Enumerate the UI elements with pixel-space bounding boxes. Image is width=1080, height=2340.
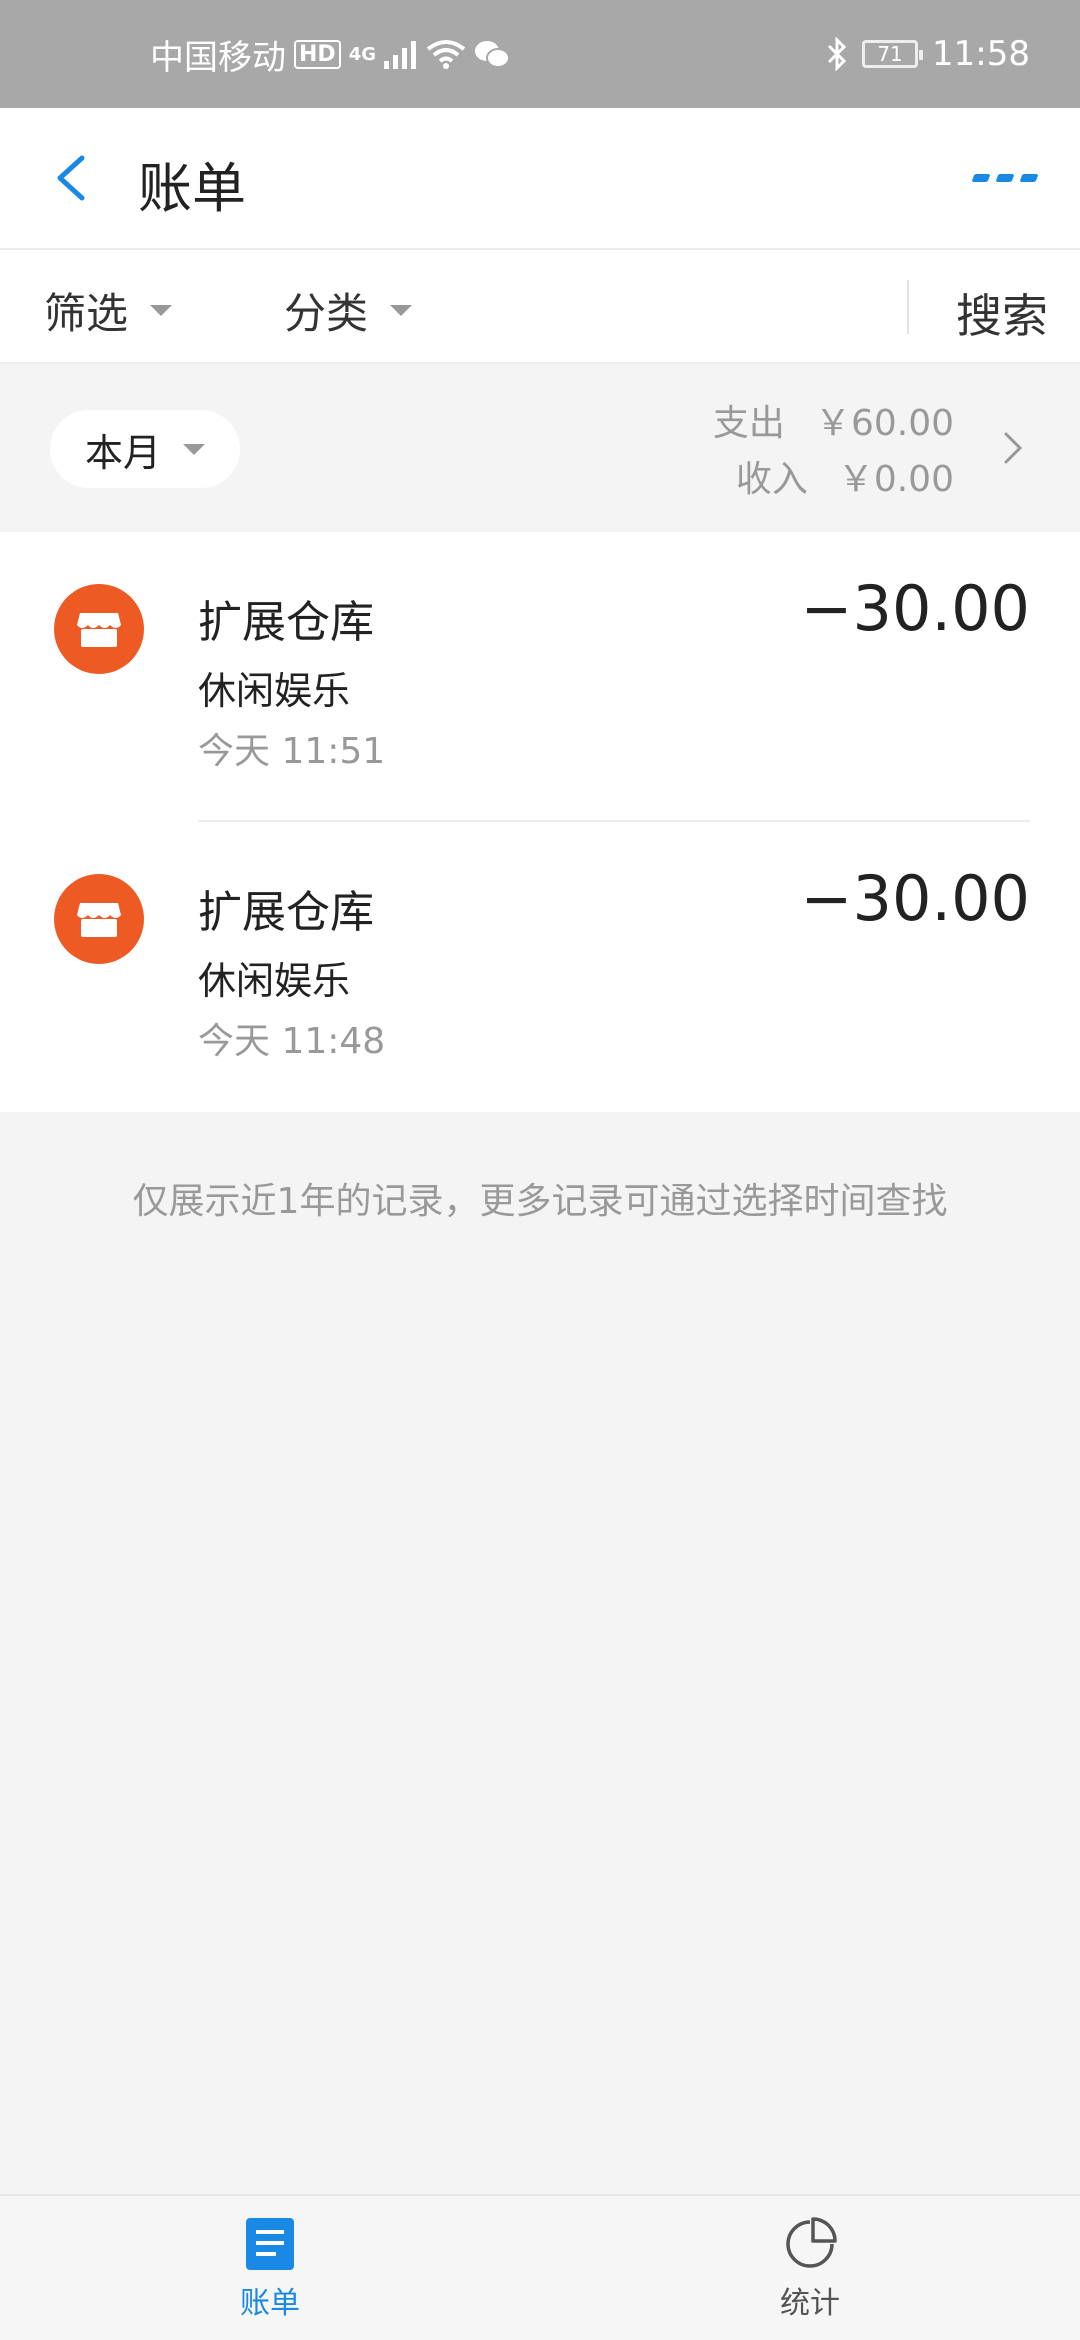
wechat-icon <box>475 41 510 68</box>
page-title: 账单 <box>138 157 246 220</box>
caret-down-icon <box>390 305 413 316</box>
filter-bar: 筛选 分类 搜索 <box>0 250 1080 364</box>
signal-icon <box>384 41 416 69</box>
expense-label: 支出 <box>712 403 785 444</box>
period-label: 本月 <box>84 430 161 475</box>
filter-divider <box>907 280 909 334</box>
carrier-name: 中国移动 <box>150 37 286 78</box>
tab-bills[interactable]: 账单 <box>0 2196 540 2340</box>
transaction-amount: −30.00 <box>800 572 1030 645</box>
transaction-title: 扩展仓库 <box>198 887 374 938</box>
store-icon <box>54 584 144 674</box>
period-selector[interactable]: 本月 <box>50 410 240 488</box>
transaction-row[interactable]: 扩展仓库 休闲娱乐 今天 11:51 −30.00 <box>0 532 1080 822</box>
transaction-list: 扩展仓库 休闲娱乐 今天 11:51 −30.00 扩展仓库 休闲娱乐 今天 1… <box>0 532 1080 1112</box>
transaction-title: 扩展仓库 <box>198 597 374 648</box>
expense-value: ￥60.00 <box>814 403 954 444</box>
income-label: 收入 <box>735 459 808 500</box>
wifi-icon <box>426 40 466 69</box>
category-label: 分类 <box>284 289 369 338</box>
status-bar: 中国移动 HD 4G 71 11:58 <box>0 0 1080 108</box>
expense-summary: 支出 ￥60.00 <box>713 394 954 446</box>
status-right: 71 11:58 <box>826 0 1030 108</box>
tab-label: 统计 <box>780 2286 840 2321</box>
bottom-tab-bar: 账单 统计 <box>0 2194 1080 2340</box>
transaction-amount: −30.00 <box>800 862 1030 935</box>
back-arrow-icon <box>57 155 85 201</box>
battery-icon: 71 <box>862 40 924 68</box>
hd-badge: HD <box>294 39 341 69</box>
filter-label: 筛选 <box>44 289 129 338</box>
transaction-time: 今天 11:51 <box>198 731 386 772</box>
bill-icon <box>246 2218 294 2270</box>
bluetooth-icon <box>827 37 847 71</box>
filter-dropdown[interactable]: 筛选 <box>44 280 173 341</box>
more-dot-icon <box>1019 174 1039 182</box>
more-dot-icon <box>971 174 991 182</box>
caret-down-icon <box>183 443 205 455</box>
app-header: 账单 <box>0 108 1080 250</box>
month-summary[interactable]: 本月 支出 ￥60.00 收入 ￥0.00 <box>0 364 1080 532</box>
clock: 11:58 <box>932 34 1030 74</box>
category-dropdown[interactable]: 分类 <box>284 280 413 341</box>
transaction-row[interactable]: 扩展仓库 休闲娱乐 今天 11:48 −30.00 <box>0 822 1080 1112</box>
transaction-category: 休闲娱乐 <box>198 669 351 713</box>
status-left: 中国移动 HD 4G <box>150 0 510 108</box>
transaction-category: 休闲娱乐 <box>198 959 351 1003</box>
battery-level: 71 <box>877 42 903 66</box>
more-options-button[interactable] <box>960 158 1050 198</box>
tab-stats[interactable]: 统计 <box>540 2196 1080 2340</box>
more-dot-icon <box>995 174 1015 182</box>
history-notice: 仅展示近1年的记录，更多记录可通过选择时间查找 <box>132 1181 948 1222</box>
income-summary: 收入 ￥0.00 <box>736 450 954 502</box>
caret-down-icon <box>150 305 173 316</box>
search-button[interactable]: 搜索 <box>956 280 1048 346</box>
pie-chart-icon <box>786 2217 837 2268</box>
transaction-time: 今天 11:48 <box>198 1021 386 1062</box>
chevron-right-icon <box>1004 432 1023 464</box>
tab-label: 账单 <box>240 2286 300 2321</box>
network-type: 4G <box>348 43 376 65</box>
income-value: ￥0.00 <box>837 459 954 500</box>
back-button[interactable] <box>48 148 108 208</box>
store-icon <box>54 874 144 964</box>
